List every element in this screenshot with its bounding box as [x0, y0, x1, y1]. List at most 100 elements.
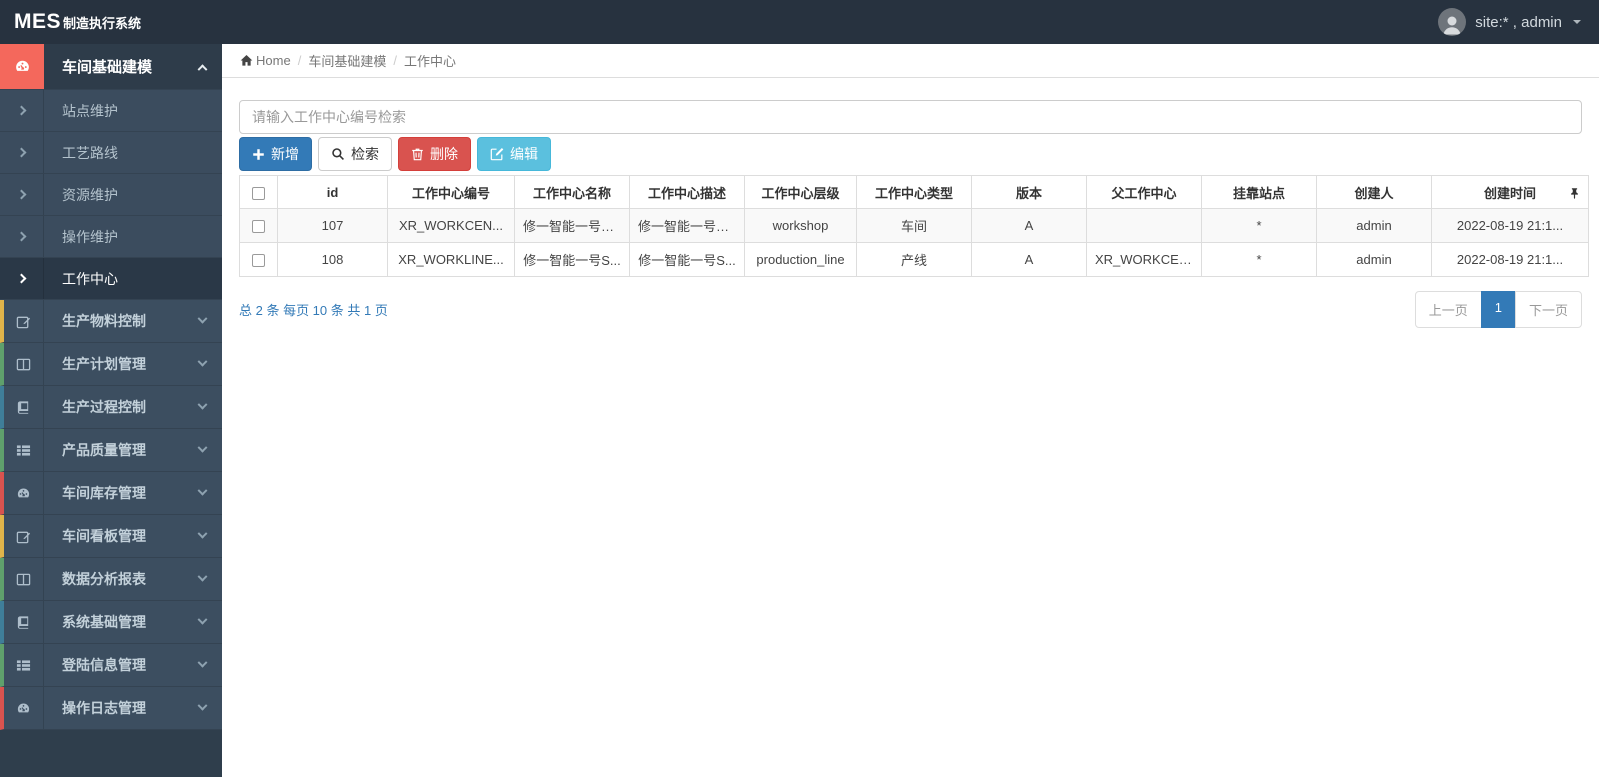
chevron-down-icon	[197, 442, 208, 453]
sidebar-subitem-process-route[interactable]: 工艺路线	[0, 132, 222, 174]
delete-button[interactable]: 删除	[398, 137, 471, 171]
table-cell: 107	[277, 208, 388, 243]
column-header-station: 挂靠站点	[1201, 175, 1317, 209]
user-menu[interactable]: site:* , admin	[1438, 8, 1581, 36]
search-button[interactable]: 检索	[318, 137, 392, 171]
table-cell: 车间	[856, 208, 972, 243]
columns-icon	[4, 558, 44, 600]
sidebar-subitem-work-center[interactable]: 工作中心	[0, 258, 222, 300]
sidebar-item-inventory-management[interactable]: 车间库存管理	[0, 472, 222, 515]
chevron-right-icon	[0, 132, 44, 173]
table-row: 108 XR_WORKLINE... 修一智能一号S... 修一智能一号S...…	[239, 242, 1589, 277]
book-icon	[4, 601, 44, 643]
sidebar-item-kanban-management[interactable]: 车间看板管理	[0, 515, 222, 558]
search-icon	[332, 148, 344, 160]
column-header-created-time: 创建时间	[1431, 175, 1589, 209]
table-cell	[1086, 208, 1202, 243]
row-checkbox[interactable]	[252, 220, 265, 234]
list-icon	[4, 644, 44, 686]
edit-icon	[490, 148, 504, 161]
chevron-down-icon	[197, 657, 208, 668]
table-cell: XR_WORKCEN...	[1086, 242, 1202, 277]
sidebar-item-system-management[interactable]: 系统基础管理	[0, 601, 222, 644]
sidebar-subitem-resource-maintenance[interactable]: 资源维护	[0, 174, 222, 216]
sidebar-item-plan-management[interactable]: 生产计划管理	[0, 343, 222, 386]
table-cell: admin	[1316, 208, 1432, 243]
chevron-down-icon	[197, 700, 208, 711]
dashboard-icon	[4, 687, 44, 729]
sidebar-item-label: 数据分析报表	[62, 571, 146, 587]
table-cell: workshop	[744, 208, 857, 243]
app-logo: MES 制造执行系统	[14, 10, 141, 34]
dashboard-icon	[0, 44, 44, 89]
column-header-type: 工作中心类型	[856, 175, 972, 209]
caret-down-icon	[1573, 20, 1581, 24]
sidebar-subitem-site-maintenance[interactable]: 站点维护	[0, 90, 222, 132]
sidebar-subitem-operation-maintenance[interactable]: 操作维护	[0, 216, 222, 258]
table-cell: *	[1201, 242, 1317, 277]
edit-button[interactable]: 编辑	[477, 137, 551, 171]
brand-subtitle: 制造执行系统	[63, 16, 142, 31]
sidebar-subitem-label: 工作中心	[62, 270, 118, 287]
chevron-right-icon	[0, 216, 44, 257]
sidebar-item-label: 产品质量管理	[62, 442, 146, 458]
row-checkbox[interactable]	[252, 254, 265, 268]
table-cell: 2022-08-19 21:1...	[1431, 208, 1589, 243]
sidebar-item-data-analysis-reports[interactable]: 数据分析报表	[0, 558, 222, 601]
table-cell: admin	[1316, 242, 1432, 277]
sidebar-item-quality-management[interactable]: 产品质量管理	[0, 429, 222, 472]
column-header-version: 版本	[971, 175, 1087, 209]
sidebar-item-process-control[interactable]: 生产过程控制	[0, 386, 222, 429]
chevron-down-icon	[197, 571, 208, 582]
sidebar-subitem-label: 资源维护	[62, 186, 118, 203]
person-icon	[1443, 16, 1461, 35]
next-page-button[interactable]: 下一页	[1514, 291, 1582, 328]
sidebar-item-operation-log-management[interactable]: 操作日志管理	[0, 687, 222, 730]
sidebar-item-label: 登陆信息管理	[62, 657, 146, 673]
sidebar-subitem-label: 站点维护	[62, 102, 118, 119]
edit-icon	[4, 300, 44, 342]
table-cell: A	[971, 242, 1087, 277]
table-row: 107 XR_WORKCEN... 修一智能一号车间 修一智能一号车间 work…	[239, 208, 1589, 243]
column-header-creator: 创建人	[1316, 175, 1432, 209]
sidebar-item-workshop-modeling[interactable]: 车间基础建模	[0, 44, 222, 90]
sidebar-item-label: 车间库存管理	[62, 485, 146, 501]
chevron-down-icon	[197, 356, 208, 367]
add-button[interactable]: 新增	[239, 137, 312, 171]
sidebar-item-label: 车间基础建模	[62, 59, 153, 76]
search-input[interactable]	[239, 100, 1582, 134]
table-cell: *	[1201, 208, 1317, 243]
sidebar-item-material-control[interactable]: 生产物料控制	[0, 300, 222, 343]
pin-icon[interactable]	[1570, 185, 1579, 200]
prev-page-button[interactable]: 上一页	[1414, 291, 1482, 328]
breadcrumb-section[interactable]: 车间基础建模	[308, 51, 386, 70]
breadcrumb-home[interactable]: Home	[240, 53, 291, 68]
select-all-checkbox[interactable]	[252, 186, 265, 200]
home-icon	[240, 54, 253, 66]
page-1-button[interactable]: 1	[1480, 291, 1516, 328]
table-cell: 108	[277, 242, 388, 277]
top-bar: MES 制造执行系统 site:* , admin	[0, 0, 1599, 44]
user-avatar	[1438, 8, 1467, 36]
chevron-right-icon	[0, 258, 44, 299]
user-label: site:* , admin	[1475, 13, 1562, 31]
column-header-parent: 父工作中心	[1086, 175, 1202, 209]
edit-icon	[4, 515, 44, 557]
row-select-cell	[239, 208, 278, 243]
sidebar: 车间基础建模 站点维护 工艺路线 资源维护 操作维护 工作中心 生产物料控制 生…	[0, 44, 222, 777]
breadcrumb-current: 工作中心	[403, 54, 456, 69]
trash-icon	[412, 148, 423, 161]
table-cell: 2022-08-19 21:1...	[1431, 242, 1589, 277]
sidebar-item-login-info-management[interactable]: 登陆信息管理	[0, 644, 222, 687]
sidebar-item-label: 操作日志管理	[62, 700, 146, 716]
sidebar-item-label: 生产过程控制	[62, 399, 146, 415]
table-cell: 修一智能一号车间	[629, 208, 745, 243]
chevron-down-icon	[197, 313, 208, 324]
breadcrumb-separator: /	[297, 53, 302, 68]
sidebar-subitem-label: 工艺路线	[62, 144, 118, 161]
pagination: 上一页 1 下一页	[1414, 291, 1582, 328]
table-cell: XR_WORKLINE...	[387, 242, 515, 277]
column-header-description: 工作中心描述	[629, 175, 745, 209]
chevron-up-icon	[197, 64, 208, 75]
row-select-cell	[239, 242, 278, 277]
